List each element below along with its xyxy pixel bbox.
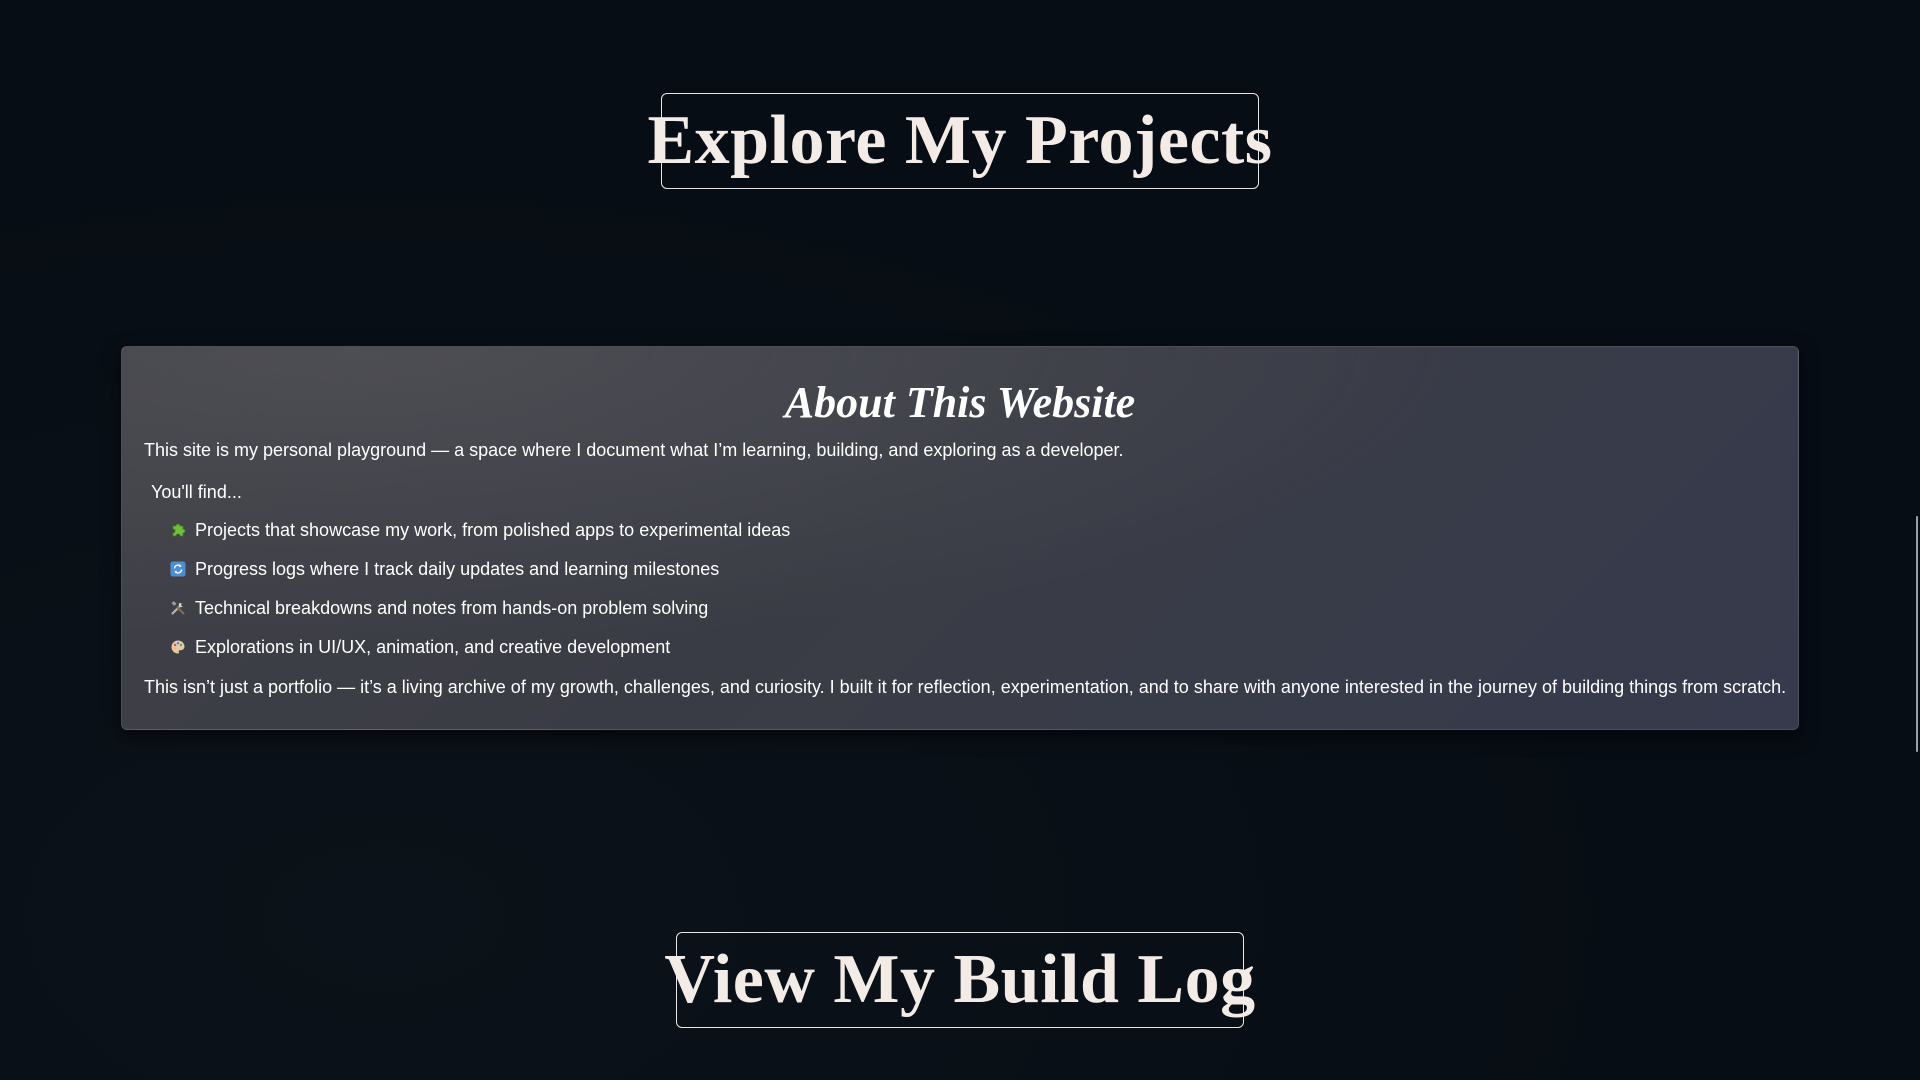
list-item: Projects that showcase my work, from pol… [169,519,1776,541]
list-item-text: Explorations in UI/UX, animation, and cr… [195,637,671,657]
palette-icon [169,638,187,656]
scrollbar[interactable] [1914,0,1920,1080]
scrollbar-thumb[interactable] [1916,516,1918,752]
explore-projects-button[interactable]: Explore My Projects [647,93,1272,189]
view-build-log-label: View My Build Log [664,941,1256,1018]
about-title: About This Website [784,378,1136,427]
about-feature-list: Projects that showcase my work, from pol… [144,519,1776,658]
list-item: Progress logs where I track daily update… [169,558,1776,580]
about-intro: This site is my personal playground — a … [144,440,1124,460]
puzzle-piece-icon [169,521,187,539]
tools-icon [169,599,187,617]
explore-projects-label: Explore My Projects [647,102,1273,179]
list-item-text: Projects that showcase my work, from pol… [195,520,791,540]
list-item: Technical breakdowns and notes from hand… [169,597,1776,619]
list-item-text: Technical breakdowns and notes from hand… [195,598,709,618]
about-outro: This isn’t just a portfolio — it’s a liv… [144,677,1787,697]
list-item-text: Progress logs where I track daily update… [195,559,720,579]
refresh-icon [169,560,187,578]
about-section: About This Website This site is my perso… [121,346,1799,730]
page: Explore My Projects About This Website T… [0,0,1920,1080]
about-find-label: You'll find... [151,482,242,502]
list-item: Explorations in UI/UX, animation, and cr… [169,636,1776,658]
view-build-log-button[interactable]: View My Build Log [664,932,1255,1028]
